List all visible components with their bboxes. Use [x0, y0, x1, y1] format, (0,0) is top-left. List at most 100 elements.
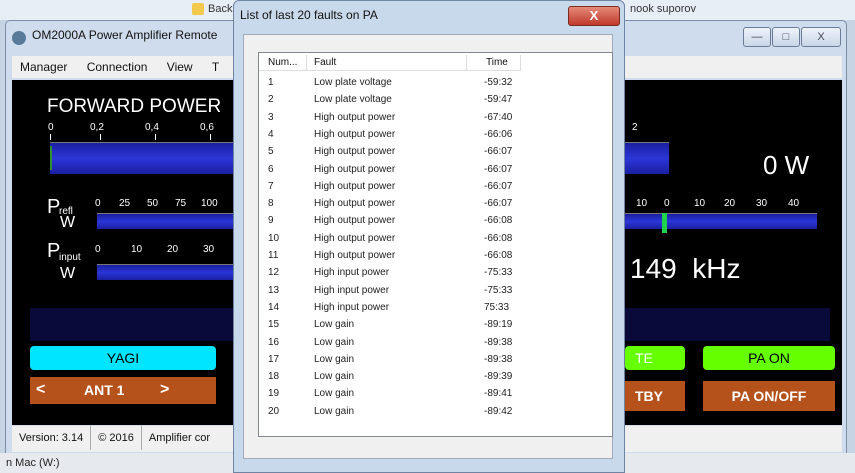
tune-scale-2: 10	[694, 198, 706, 209]
antenna-label: ANT 1	[84, 382, 125, 398]
tune-scale-1: 0	[664, 198, 670, 209]
fault-row[interactable]: 1 Low plate voltage -59:32	[259, 75, 521, 91]
operate-button[interactable]: TE	[625, 346, 685, 370]
fault-name: High output power	[314, 198, 396, 210]
fault-num: 16	[268, 336, 280, 348]
fault-name: High output power	[314, 111, 396, 123]
antenna-prev-button[interactable]: <	[36, 381, 45, 399]
fault-num: 10	[268, 232, 280, 244]
fault-name: Low plate voltage	[314, 94, 392, 106]
fault-time: -66:08	[484, 215, 513, 227]
desktop-drive-label: n Mac (W:)	[6, 457, 60, 469]
tune-scale-4: 30	[756, 198, 768, 209]
input-scale-1: 10	[131, 244, 143, 255]
column-header-num[interactable]: Num...	[268, 57, 297, 68]
menu-tools[interactable]: T	[204, 56, 227, 78]
maximize-button[interactable]: □	[772, 27, 800, 47]
input-label-sub: input	[59, 252, 81, 263]
fault-row[interactable]: 9 High output power -66:08	[259, 213, 521, 229]
fault-row[interactable]: 16 Low gain -89:38	[259, 335, 521, 351]
forward-power-bar-right	[625, 142, 669, 174]
fault-row[interactable]: 2 Low plate voltage -59:47	[259, 92, 521, 108]
status-version: Version: 3.14	[12, 426, 92, 450]
forward-power-value: 0 W	[763, 150, 810, 180]
fault-num: 19	[268, 388, 280, 400]
tune-indicator	[662, 213, 667, 233]
fault-time: -89:42	[484, 405, 513, 417]
fault-row[interactable]: 6 High output power -66:07	[259, 162, 521, 178]
dialog-close-button[interactable]: X	[568, 6, 620, 26]
fault-name: Low gain	[314, 353, 355, 365]
fault-time: -66:07	[484, 180, 513, 192]
fault-num: 7	[268, 180, 274, 192]
fault-num: 17	[268, 353, 280, 365]
menu-connection[interactable]: Connection	[79, 56, 156, 78]
fault-name: Low gain	[314, 388, 355, 400]
fault-time: -89:41	[484, 388, 513, 400]
menu-view[interactable]: View	[159, 56, 201, 78]
close-window-button[interactable]: X	[801, 27, 841, 47]
fault-name: Low plate voltage	[314, 77, 392, 88]
column-header-fault[interactable]: Fault	[314, 57, 336, 68]
fault-name: High output power	[314, 250, 396, 261]
fault-row[interactable]: 20 Low gain -89:42	[259, 404, 521, 420]
fault-row[interactable]: 3 High output power -67:40	[259, 110, 521, 126]
fault-list-header	[259, 53, 521, 71]
fault-name: High output power	[314, 180, 396, 192]
antenna-name-button[interactable]: YAGI	[30, 346, 216, 370]
fault-name: Low gain	[314, 319, 355, 331]
pa-on-button[interactable]: PA ON	[703, 346, 835, 370]
fault-time: -59:47	[484, 94, 513, 106]
fwd-scale-2: 0,4	[145, 122, 159, 133]
fault-row[interactable]: 11 High output power -66:08	[259, 248, 521, 264]
fault-num: 15	[268, 319, 280, 331]
refl-unit: W	[60, 214, 76, 231]
minimize-button[interactable]: —	[743, 27, 771, 47]
frequency-display: 149 kHz	[630, 253, 741, 284]
fault-row[interactable]: 18 Low gain -89:39	[259, 369, 521, 385]
fault-time: -75:33	[484, 284, 513, 296]
fault-time: -75:33	[484, 267, 513, 279]
fault-num: 1	[268, 77, 274, 88]
input-unit: W	[60, 265, 76, 282]
pa-onoff-button[interactable]: PA ON/OFF	[703, 381, 835, 411]
fault-num: 13	[268, 284, 280, 296]
fault-name: High input power	[314, 301, 390, 313]
fwd-scale-1: 0,2	[90, 122, 104, 133]
tune-scale-0: 10	[636, 198, 648, 209]
fault-num: 18	[268, 371, 280, 383]
fault-time: -66:07	[484, 163, 513, 175]
fault-row[interactable]: 17 Low gain -89:38	[259, 352, 521, 368]
fault-row[interactable]: 15 Low gain -89:19	[259, 317, 521, 333]
fault-row[interactable]: 8 High output power -66:07	[259, 196, 521, 212]
refl-scale-2: 50	[147, 198, 159, 209]
antenna-next-button[interactable]: >	[160, 381, 169, 399]
fwd-tick	[155, 134, 156, 140]
fault-name: Low gain	[314, 405, 355, 417]
fault-num: 14	[268, 301, 280, 313]
standby-button[interactable]: TBY	[625, 381, 685, 411]
fault-num: 9	[268, 215, 274, 227]
fault-row[interactable]: 4 High output power -66:06	[259, 127, 521, 143]
refl-power-bar	[97, 213, 233, 229]
fault-time: -66:08	[484, 232, 513, 244]
fault-row[interactable]: 12 High input power -75:33	[259, 265, 521, 281]
fault-num: 8	[268, 198, 274, 210]
menu-manager[interactable]: Manager	[12, 56, 75, 78]
fault-time: -59:32	[484, 77, 513, 88]
fault-row[interactable]: 10 High output power -66:08	[259, 231, 521, 247]
fault-row[interactable]: 14 High input power 75:33	[259, 300, 521, 316]
fault-name: Low gain	[314, 336, 355, 348]
fault-time: -67:40	[484, 111, 513, 123]
desktop-right-label: nook suporov	[630, 3, 697, 15]
fwd-tick	[50, 134, 51, 140]
fault-time: -66:08	[484, 250, 513, 261]
fault-row[interactable]: 5 High output power -66:07	[259, 144, 521, 160]
fault-num: 4	[268, 128, 274, 140]
fault-row[interactable]: 13 High input power -75:33	[259, 283, 521, 299]
fault-row[interactable]: 19 Low gain -89:41	[259, 386, 521, 402]
refl-scale-4: 100	[201, 198, 218, 209]
fault-row[interactable]: 7 High output power -66:07	[259, 179, 521, 195]
fault-num: 12	[268, 267, 280, 279]
column-header-time[interactable]: Time	[486, 57, 508, 68]
